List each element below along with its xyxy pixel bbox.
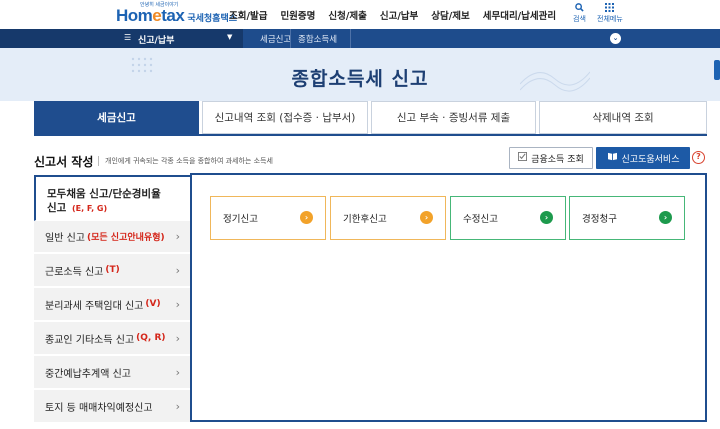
card-label: 기한후신고	[343, 214, 387, 225]
report-help-service-button[interactable]: 신고도움서비스	[596, 147, 690, 169]
menu-item-code: (T)	[105, 265, 120, 275]
scrollbar-thumb[interactable]	[714, 60, 720, 80]
hamburger-icon: ☰	[124, 33, 132, 42]
financial-income-button[interactable]: 금융소득 조회	[509, 147, 593, 169]
all-menu-label: 전체메뉴	[597, 15, 623, 23]
page-title: 종합소득세 신고	[291, 68, 429, 90]
chevron-right-icon: ›	[300, 211, 313, 224]
menu-item-earned-income[interactable]: 근로소득 신고 (T) ›	[34, 254, 190, 287]
menu-item-label: 모두채움 신고/단순경비율	[47, 188, 161, 200]
chevron-right-icon: ›	[175, 263, 180, 277]
card-label: 정기신고	[223, 214, 258, 225]
menu-item-code: (Q, R)	[136, 333, 166, 343]
logo-wordmark: Hometax	[116, 6, 185, 25]
chevron-right-icon: ›	[420, 211, 433, 224]
logo-tagline: 안녕히 세금이야기	[140, 2, 179, 8]
card-label: 수정신고	[463, 214, 498, 225]
menu-item-clergy-income[interactable]: 종교인 기타소득 신고 (Q, R) ›	[34, 322, 190, 355]
book-icon	[607, 152, 618, 164]
search-button[interactable]: 검색	[573, 3, 586, 24]
menu-item-prefilled-report[interactable]: 모두채움 신고/단순경비율 신고 (E, F, G)	[34, 175, 190, 221]
regular-report-card[interactable]: 정기신고 ›	[210, 196, 326, 240]
menu-item-code: (V)	[145, 299, 161, 309]
menu-selector-label: 신고/납부	[138, 36, 175, 46]
menu-item-label: 중간예납추계액 신고	[45, 368, 131, 380]
financial-income-label: 금융소득 조회	[531, 154, 584, 165]
menu-item-housing-rental[interactable]: 분리과세 주택임대 신고 (V) ›	[34, 288, 190, 321]
chevron-right-icon: ›	[540, 211, 553, 224]
grid-icon	[605, 3, 615, 15]
section-description: 개인에게 귀속되는 각종 소득을 종합하여 과세하는 소득세	[98, 156, 273, 166]
section-title: 신고서 작성	[34, 155, 94, 169]
tab-tax-report[interactable]: 세금신고	[34, 101, 199, 134]
menu-item-label: 일반 신고	[45, 233, 85, 244]
chevron-right-icon: ›	[175, 331, 180, 345]
breadcrumb-divider	[290, 29, 291, 48]
check-doc-icon	[518, 152, 528, 164]
location-bar: ☰ 신고/납부 ▼ 세금신고 종합소득세 ⌄	[0, 29, 720, 48]
breadcrumb-item[interactable]: 세금신고	[260, 33, 291, 45]
gnb-item-inquiry[interactable]: 조회/발급	[229, 8, 267, 22]
menu-selector[interactable]: ☰ 신고/납부 ▼	[0, 29, 243, 48]
menu-item-general-report[interactable]: 일반 신고 (모든 신고안내유형) ›	[34, 221, 190, 253]
tab-bar: 세금신고 신고내역 조회 (접수증 · 납부서) 신고 부속 · 증빙서류 제출…	[34, 101, 707, 136]
tab-report-history[interactable]: 신고내역 조회 (접수증 · 납부서)	[202, 101, 368, 134]
menu-item-label: 분리과세 주택임대 신고	[45, 300, 144, 312]
chevron-right-icon: ›	[175, 297, 180, 311]
menu-item-label: 종교인 기타소득 신고	[45, 334, 135, 346]
top-header: 안녕히 세금이야기 Hometax 국세청홈택스 조회/발급 민원증명 신청/제…	[0, 0, 720, 29]
gnb-item-consult[interactable]: 상담/제보	[431, 8, 469, 22]
chevron-right-icon: ›	[175, 365, 180, 379]
report-option-panel: 정기신고 › 기한후신고 › 수정신고 › 경정청구 ›	[190, 173, 707, 422]
chevron-down-icon[interactable]: ⌄	[610, 33, 621, 44]
amended-report-card[interactable]: 수정신고 ›	[450, 196, 566, 240]
hometax-logo[interactable]: 안녕히 세금이야기 Hometax 국세청홈택스	[116, 2, 237, 26]
report-type-menu: 모두채움 신고/단순경비율 신고 (E, F, G) 일반 신고 (모든 신고안…	[34, 173, 190, 429]
menu-item-interim-prepayment[interactable]: 중간예납추계액 신고 ›	[34, 356, 190, 389]
search-icon	[575, 3, 584, 15]
menu-item-label: 신고	[47, 202, 67, 214]
search-label: 검색	[573, 15, 586, 23]
correction-claim-card[interactable]: 경정청구 ›	[569, 196, 685, 240]
gnb-item-apply[interactable]: 신청/제출	[328, 8, 366, 22]
breadcrumb-divider	[350, 29, 351, 48]
chevron-right-icon: ›	[659, 211, 672, 224]
chevron-right-icon: ›	[175, 230, 180, 243]
menu-item-label: 근로소득 신고	[45, 266, 104, 278]
late-report-card[interactable]: 기한후신고 ›	[330, 196, 446, 240]
menu-item-code: (모든 신고안내유형)	[86, 233, 165, 243]
tab-attachment-submit[interactable]: 신고 부속 · 증빙서류 제출	[371, 101, 536, 134]
menu-item-land-sale[interactable]: 토지 등 매매차익예정신고 ›	[34, 390, 190, 423]
gnb-item-agent[interactable]: 세무대리/납세관리	[483, 8, 556, 22]
menu-item-label: 토지 등 매매차익예정신고	[45, 402, 153, 414]
report-help-service-label: 신고도움서비스	[621, 154, 680, 165]
gnb-item-report-pay[interactable]: 신고/납부	[380, 8, 418, 22]
caret-down-icon: ▼	[227, 33, 233, 41]
page-hero: 종합소득세 신고	[0, 48, 720, 101]
tab-underline	[34, 134, 707, 136]
help-icon[interactable]: ?	[692, 151, 705, 164]
card-label: 경정청구	[582, 214, 617, 225]
menu-item-code: (E, F, G)	[71, 204, 108, 213]
chevron-right-icon: ›	[175, 399, 180, 413]
all-menu-button[interactable]: 전체메뉴	[597, 3, 623, 24]
global-nav: 조회/발급 민원증명 신청/제출 신고/납부 상담/제보 세무대리/납세관리	[229, 8, 569, 22]
breadcrumb-item[interactable]: 종합소득세	[298, 33, 337, 45]
gnb-item-certificate[interactable]: 민원증명	[280, 8, 315, 22]
tab-deleted-history[interactable]: 삭제내역 조회	[539, 101, 707, 134]
